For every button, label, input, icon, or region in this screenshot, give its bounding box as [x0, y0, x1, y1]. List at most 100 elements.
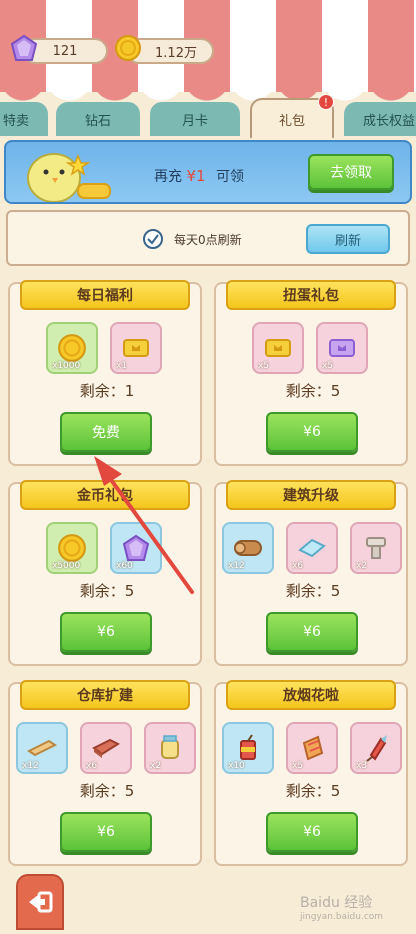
remaining-count: 剩余：5 — [285, 382, 341, 400]
item-count: x5 — [258, 361, 270, 371]
exit-arrow-icon — [29, 891, 53, 913]
gift-card-gacha-pack: 扭蛋礼包 x5 x5 剩余：5 ¥6 — [214, 280, 408, 466]
firecracker-icon — [240, 734, 256, 760]
chick-mascot-icon — [27, 153, 111, 202]
item-count: x3 — [356, 761, 368, 771]
ticket-icon — [123, 339, 149, 357]
gem-icon — [122, 534, 150, 561]
watermark-main: Baidu 经验 — [300, 895, 373, 911]
reward-item: x1000 — [46, 322, 98, 374]
reward-item: x5 — [316, 322, 368, 374]
card-title: 金币礼包 — [20, 480, 190, 510]
plank-icon — [27, 739, 57, 757]
tab-label: 月卡 — [181, 113, 208, 129]
card-title: 仓库扩建 — [20, 680, 190, 710]
refresh-bar: 每天0点刷新 刷新 — [6, 210, 410, 266]
tab-diamonds[interactable]: 钻石 — [56, 102, 140, 136]
reward-item: x5 — [286, 722, 338, 774]
remaining-count: 剩余：5 — [285, 782, 341, 800]
gift-card-daily-welfare: 每日福利 x1000 x1 剩余：1 免费 — [8, 280, 202, 466]
item-count: x6 — [292, 561, 304, 571]
buy-button[interactable]: ¥6 — [266, 812, 358, 852]
tab-gift-packs[interactable]: 礼包 ! — [250, 94, 334, 138]
reward-item: x5000 — [46, 522, 98, 574]
jar-icon — [161, 735, 179, 759]
reward-item: x6 — [80, 722, 132, 774]
item-count: x5 — [292, 761, 304, 771]
item-count: x5000 — [52, 561, 81, 571]
category-tabs: 特卖 钻石 月卡 礼包 ! 成长权益 — [0, 94, 416, 138]
baidu-watermark: Baidu 经验 jingyan.baidu.com — [300, 892, 383, 922]
ticket-icon — [265, 339, 291, 357]
claim-button[interactable]: 去领取 — [308, 154, 394, 190]
card-title: 建筑升级 — [226, 480, 396, 510]
refresh-button[interactable]: 刷新 — [306, 224, 390, 254]
recharge-banner: 再充 ¥1 可领 去领取 — [4, 140, 412, 204]
card-title: 扭蛋礼包 — [226, 280, 396, 310]
offer-suffix: 可领 — [216, 169, 244, 185]
remaining-count: 剩余：5 — [285, 582, 341, 600]
item-count: x1 — [116, 361, 128, 371]
buy-button[interactable]: ¥6 — [60, 812, 152, 852]
check-circle-icon — [143, 229, 163, 249]
coin-icon — [58, 334, 86, 362]
buy-button[interactable]: ¥6 — [266, 412, 358, 452]
gift-card-fireworks: 放烟花啦 x10 x5 x3 剩余：5 ¥6 — [214, 680, 408, 866]
buy-button[interactable]: ¥6 — [266, 612, 358, 652]
item-count: x12 — [22, 761, 39, 771]
tab-label: 礼包 — [278, 113, 305, 129]
item-count: x60 — [116, 561, 133, 571]
reward-item: x3 — [350, 722, 402, 774]
reward-item: x5 — [252, 322, 304, 374]
remaining-count: 剩余：5 — [79, 582, 135, 600]
brick-icon — [92, 738, 121, 758]
reward-item: x6 — [286, 522, 338, 574]
gift-card-building-upgrade: 建筑升级 x12 x6 x2 剩余：5 ¥6 — [214, 480, 408, 666]
notification-badge: ! — [318, 94, 334, 110]
item-count: x5 — [322, 361, 334, 371]
tab-label: 钻石 — [84, 113, 111, 129]
reward-item: x12 — [16, 722, 68, 774]
tab-label: 成长权益 — [362, 113, 415, 129]
free-claim-button[interactable]: 免费 — [60, 412, 152, 452]
back-button[interactable] — [16, 874, 64, 930]
coin-icon — [112, 32, 144, 64]
item-count: x10 — [228, 761, 245, 771]
recharge-offer-text: 再充 ¥1 可领 — [154, 166, 244, 186]
remaining-count: 剩余：1 — [79, 382, 135, 400]
gem-icon — [8, 32, 40, 64]
gem-count: 121 — [52, 43, 78, 59]
item-count: x6 — [86, 761, 98, 771]
firework-box-icon — [302, 735, 324, 761]
buy-button[interactable]: ¥6 — [60, 612, 152, 652]
reward-item: x1 — [110, 322, 162, 374]
coin-icon — [58, 534, 86, 562]
reward-item: x12 — [222, 522, 274, 574]
reward-item: x60 — [110, 522, 162, 574]
gift-card-coin-pack: 金币礼包 x5000 x60 剩余：5 ¥6 — [8, 480, 202, 666]
gift-card-warehouse-expansion: 仓库扩建 x12 x6 x2 剩余：5 ¥6 — [8, 680, 202, 866]
offer-amount: ¥1 — [186, 167, 206, 185]
tab-monthly-card[interactable]: 月卡 — [150, 102, 240, 136]
reward-item: x2 — [350, 522, 402, 574]
purple-ticket-icon — [329, 339, 355, 357]
coin-count: 1.12万 — [155, 45, 197, 61]
item-count: x2 — [356, 561, 368, 571]
glass-icon — [298, 538, 326, 558]
item-count: x12 — [228, 561, 245, 571]
log-icon — [234, 540, 262, 556]
reward-item: x10 — [222, 722, 274, 774]
offer-prefix: 再充 — [154, 169, 182, 185]
item-count: x2 — [150, 761, 162, 771]
card-title: 放烟花啦 — [226, 680, 396, 710]
remaining-count: 剩余：5 — [79, 782, 135, 800]
tab-growth-benefits[interactable]: 成长权益 — [344, 102, 416, 136]
tab-special-sale[interactable]: 特卖 — [0, 102, 48, 136]
item-count: x1000 — [52, 361, 81, 371]
refresh-schedule-text: 每天0点刷新 — [174, 233, 242, 247]
watermark-sub: jingyan.baidu.com — [300, 912, 384, 922]
card-title: 每日福利 — [20, 280, 190, 310]
rocket-icon — [366, 735, 387, 762]
tab-label: 特卖 — [2, 113, 29, 129]
stone-icon — [366, 537, 386, 559]
